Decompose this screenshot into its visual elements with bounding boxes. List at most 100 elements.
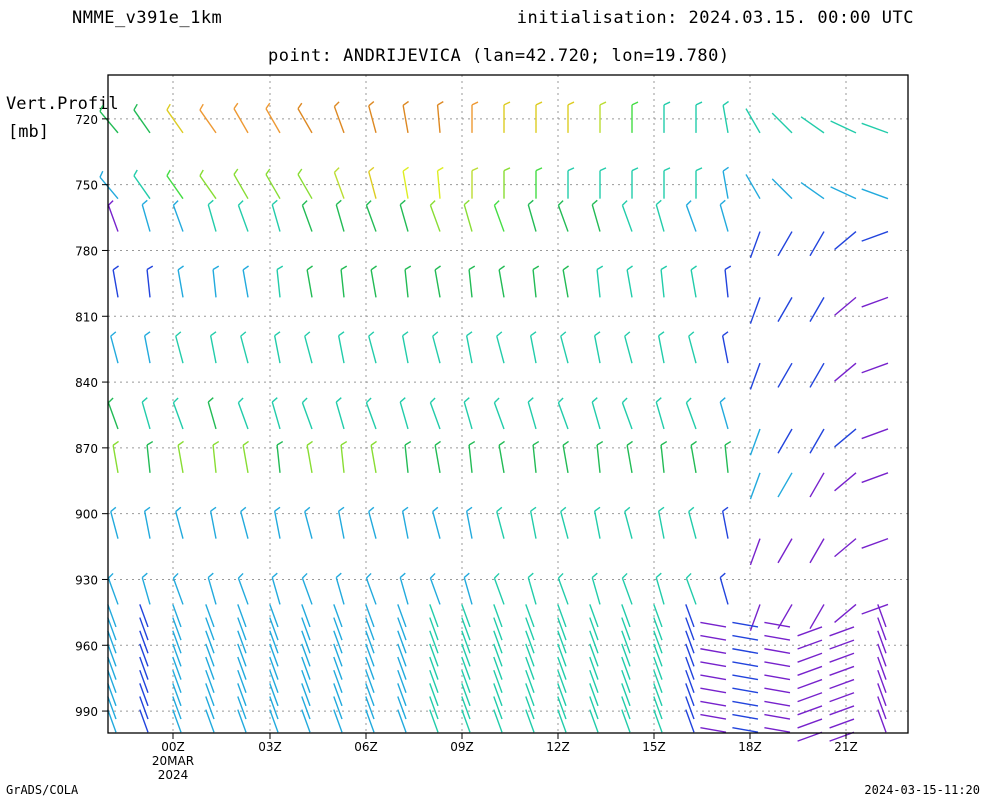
wind-barb xyxy=(333,167,345,199)
barb-shaft xyxy=(877,617,887,641)
barb-shaft xyxy=(209,335,217,364)
wind-barb xyxy=(724,265,732,298)
barb-shaft xyxy=(133,175,151,200)
barb-feather xyxy=(722,166,729,172)
barb-feather xyxy=(562,440,569,446)
barb-shaft xyxy=(621,656,631,680)
wind-barb xyxy=(301,656,311,680)
barb-shaft xyxy=(529,511,537,539)
barb-feather xyxy=(527,572,534,579)
wind-barb xyxy=(269,709,279,733)
wind-barb xyxy=(829,639,855,650)
wind-barb xyxy=(143,506,151,539)
wind-barb xyxy=(695,101,703,133)
barb-shaft xyxy=(237,669,247,693)
wind-barb xyxy=(749,428,761,456)
wind-barb xyxy=(233,168,249,200)
barb-shaft xyxy=(205,683,215,707)
barb-shaft xyxy=(172,402,184,430)
wind-barb xyxy=(719,199,729,232)
barb-shaft xyxy=(877,604,887,628)
wind-barb xyxy=(368,166,377,199)
barb-feather xyxy=(503,101,511,106)
barb-feather xyxy=(112,440,119,446)
wind-barb xyxy=(527,397,537,430)
wind-barb xyxy=(429,696,439,720)
wind-barb xyxy=(589,709,599,733)
barb-shaft xyxy=(172,669,182,693)
barb-feather xyxy=(265,168,271,175)
barb-feather xyxy=(274,331,281,337)
barb-feather xyxy=(498,440,505,446)
barb-shaft xyxy=(333,617,343,641)
barb-feather xyxy=(596,440,604,446)
barb-shaft xyxy=(562,445,569,473)
barb-shaft xyxy=(172,696,182,720)
barb-feather xyxy=(631,167,639,172)
barb-shaft xyxy=(593,335,601,364)
barb-feather xyxy=(365,200,372,206)
wind-barb xyxy=(621,397,633,430)
barb-feather xyxy=(429,572,436,579)
wind-barb xyxy=(685,617,695,641)
wind-barb xyxy=(304,506,313,539)
wind-barb xyxy=(429,683,439,707)
barb-shaft xyxy=(269,656,279,680)
barb-shaft xyxy=(237,604,247,628)
wind-barb xyxy=(397,656,407,680)
barb-shaft xyxy=(771,178,793,200)
wind-barb xyxy=(621,604,631,628)
wind-barb xyxy=(269,630,279,654)
wind-barb xyxy=(700,661,727,668)
barb-shaft xyxy=(365,205,377,232)
wind-barb xyxy=(877,617,887,641)
wind-barb xyxy=(749,231,761,259)
wind-barb xyxy=(631,101,639,133)
barb-shaft xyxy=(205,709,215,733)
wind-barb xyxy=(498,440,505,473)
wind-barb xyxy=(143,331,151,364)
wind-barb xyxy=(655,397,665,430)
wind-barb xyxy=(599,167,607,199)
barb-shaft xyxy=(685,617,695,641)
barb-shaft xyxy=(771,112,793,134)
barb-shaft xyxy=(493,205,505,232)
wind-barb xyxy=(269,656,279,680)
wind-barb xyxy=(834,296,857,316)
wind-barb xyxy=(834,362,857,382)
barb-feather xyxy=(596,265,604,271)
barb-shaft xyxy=(653,604,663,628)
barb-shaft xyxy=(333,709,343,733)
wind-barb xyxy=(557,604,567,628)
barb-shaft xyxy=(205,643,215,667)
wind-barb xyxy=(596,440,604,473)
barb-shaft xyxy=(525,696,535,720)
barb-shaft xyxy=(621,643,631,667)
wind-barb xyxy=(429,397,441,430)
barb-shaft xyxy=(432,511,441,539)
barb-feather xyxy=(685,397,692,404)
wind-barb xyxy=(621,630,631,654)
wind-barb xyxy=(365,630,375,654)
wind-barb xyxy=(333,630,343,654)
barb-shaft xyxy=(110,335,119,364)
wind-barb xyxy=(273,331,281,364)
barb-shaft xyxy=(764,648,791,654)
barb-feather xyxy=(237,572,244,579)
barb-shaft xyxy=(301,630,311,654)
wind-barb xyxy=(301,200,313,232)
barb-shaft xyxy=(335,401,345,430)
barb-feather xyxy=(532,265,540,271)
wind-barb xyxy=(107,200,119,232)
barb-shaft xyxy=(143,511,151,539)
barb-shaft xyxy=(240,511,249,539)
wind-barb xyxy=(660,265,668,298)
wind-barb xyxy=(404,265,412,298)
barb-shaft xyxy=(461,709,471,733)
barb-shaft xyxy=(732,727,759,733)
wind-barb xyxy=(777,231,793,257)
barb-shaft xyxy=(525,709,535,733)
barb-feather xyxy=(557,572,564,579)
wind-barb xyxy=(333,669,343,693)
wind-barb xyxy=(764,621,791,628)
